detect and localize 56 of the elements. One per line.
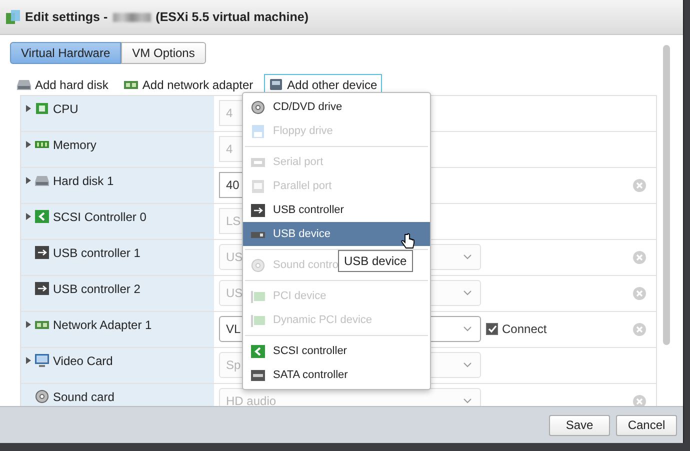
menu-item[interactable]: USB device (243, 222, 430, 246)
floppy-icon (251, 124, 265, 138)
device-label: Network Adapter 1 (53, 318, 152, 332)
scrollbar[interactable] (663, 45, 670, 345)
disc-icon (35, 390, 49, 403)
chevron-icon (463, 326, 472, 332)
device-icon (269, 78, 284, 92)
controller-icon (35, 210, 49, 223)
disc-icon (251, 100, 265, 114)
chevron-icon (463, 254, 472, 260)
dialog-button[interactable]: Cancel (616, 414, 677, 436)
device-label: SCSI Controller 0 (53, 210, 146, 224)
expand-arrow-icon[interactable] (26, 356, 31, 364)
window-title: Edit settings - (25, 10, 108, 24)
expand-arrow-icon[interactable] (26, 176, 31, 184)
port-icon (251, 156, 265, 168)
menu-item[interactable]: SCSI controller (243, 339, 347, 363)
device-label: CPU (53, 102, 78, 116)
expand-arrow-icon[interactable] (26, 320, 31, 328)
chevron-icon (463, 290, 472, 296)
usb-icon (35, 246, 49, 259)
port-icon (251, 180, 265, 192)
menu-item[interactable]: CD/DVD drive (243, 95, 342, 119)
expand-arrow-icon[interactable] (26, 212, 31, 220)
blurred-name (112, 12, 151, 22)
vm-icon (6, 10, 20, 24)
device-label: Video Card (53, 354, 113, 368)
disc-icon (251, 258, 265, 272)
chevron-icon (463, 362, 472, 368)
device-label: Sound card (53, 390, 114, 404)
expansion-card-icon (251, 314, 265, 326)
expansion-card-icon (251, 290, 265, 302)
window-subtitle: (ESXi 5.5 virtual machine) (156, 10, 308, 24)
device-label: Hard disk 1 (53, 174, 114, 188)
tab[interactable]: VM Options (121, 42, 206, 64)
connect-checkbox[interactable]: Connect (486, 322, 547, 336)
check-icon (488, 325, 496, 334)
expand-arrow-icon[interactable] (26, 140, 31, 148)
device-label: USB controller 2 (53, 282, 140, 296)
dialog-button[interactable]: Save (549, 414, 610, 436)
drive-connector-icon (251, 368, 265, 382)
menu-item[interactable]: SATA controller (243, 363, 348, 387)
chip-icon (35, 102, 49, 115)
device-label: Memory (53, 138, 96, 152)
monitor-icon (35, 354, 49, 367)
usb-icon (35, 282, 49, 295)
tooltip: USB device (338, 250, 413, 272)
controller-icon (251, 344, 265, 358)
usb-icon (251, 204, 265, 216)
expand-arrow-icon[interactable] (26, 104, 31, 112)
chevron-icon (463, 398, 472, 404)
network-card-icon (124, 78, 138, 92)
device-label: USB controller 1 (53, 246, 140, 260)
hand-cursor-icon (401, 233, 415, 250)
tab[interactable]: Virtual Hardware (10, 42, 122, 64)
menu-item[interactable]: USB controller (243, 198, 344, 222)
